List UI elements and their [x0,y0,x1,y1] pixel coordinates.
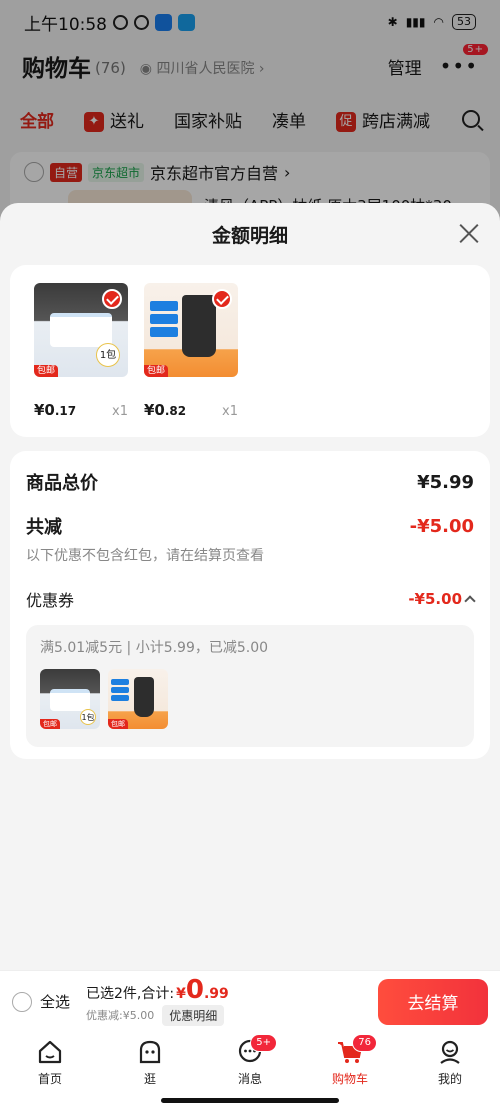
item-price-int: ¥0 [144,401,165,419]
checked-icon [102,289,122,309]
close-icon[interactable] [458,222,480,244]
tissue-product-image[interactable]: 1包 包邮 [34,283,128,377]
discount-row: 共减 -¥5.00 [26,513,474,539]
select-all-label: 全选 [40,993,71,1011]
amount-detail-sheet: 金额明细 1包 包邮 ¥0.17 x1 包邮 ¥0.82 x1 商品总价 ¥5.… [0,203,500,970]
selected-items-card: 1包 包邮 ¥0.17 x1 包邮 ¥0.82 x1 [10,265,490,437]
home-indicator [161,1098,339,1103]
pack-count-badge: 1包 [96,343,120,367]
home-icon [38,1040,62,1064]
item-price-dec: .82 [164,404,187,418]
browse-icon [139,1040,161,1064]
tab-home-label: 首页 [37,1072,62,1086]
feature-labels [150,301,178,340]
discount-value: -¥5.00 [409,515,474,537]
sheet-header: 金额明细 [0,203,500,265]
total-value: ¥5.99 [417,471,474,493]
tea-cup-product-image[interactable]: 包邮 [144,283,238,377]
tab-home[interactable]: 首页 [15,1038,85,1111]
tab-cart-label: 购物车 [331,1072,368,1086]
free-shipping-tag: 包邮 [40,719,60,729]
checkout-button[interactable]: 去结算 [378,978,488,1025]
tea-cup-thumbnail: 包邮 [108,669,168,729]
coupon-item-thumbnails: 1包 包邮 包邮 [40,669,460,729]
item-price: ¥0.17 [34,401,76,419]
checkout-bar: 全选 已选2件,合计: ¥ 0 .99 优惠减:¥5.00 优惠明细 去结算 [0,970,500,1032]
cup-shape [182,295,216,357]
item-quantity: x1 [222,404,238,419]
selected-count-text: 已选2件,合计: [86,985,175,1002]
coupon-value-toggle[interactable]: -¥5.00 [408,590,476,608]
profile-icon [440,1040,460,1064]
item-quantity: x1 [112,404,128,419]
discount-detail-button[interactable]: 优惠明细 [162,1004,225,1026]
selected-item: 包邮 ¥0.82 x1 [144,283,238,437]
cup-shape [134,677,154,717]
total-integer: 0 [185,974,204,1005]
free-shipping-tag: 包邮 [34,365,59,377]
coupon-value: -¥5.00 [408,590,462,608]
tissue-thumbnail: 1包 包邮 [40,669,100,729]
total-label: 商品总价 [26,473,98,494]
coupon-label: 优惠券 [26,591,75,610]
discount-note: 以下优惠不包含红包，请在结算页查看 [26,548,264,564]
item-price: ¥0.82 [144,401,186,419]
item-price-int: ¥0 [34,401,55,419]
coupon-row[interactable]: 优惠券 -¥5.00 [26,587,476,611]
tissue-pack-shape [50,313,112,347]
currency-symbol: ¥ [176,985,186,1002]
chevron-up-icon [464,595,476,607]
messages-badge: 5+ [250,1034,277,1052]
coupon-description: 满5.01减5元 | 小计5.99，已减5.00 [40,640,269,656]
total-row: 商品总价 ¥5.99 [26,469,474,495]
price-summary-card: 商品总价 ¥5.99 共减 -¥5.00 以下优惠不包含红包，请在结算页查看 优… [10,451,490,759]
discount-label: 共减 [26,517,62,538]
selected-item: 1包 包邮 ¥0.17 x1 [34,283,128,437]
sheet-title: 金额明细 [211,224,288,247]
checked-icon [212,289,232,309]
tab-messages-label: 消息 [237,1072,262,1086]
tab-profile-label: 我的 [437,1072,462,1086]
free-shipping-tag: 包邮 [144,365,169,377]
select-all-radio[interactable] [12,991,32,1012]
feature-labels [111,679,129,703]
cart-badge: 76 [352,1034,377,1052]
select-all-toggle[interactable]: 全选 [12,991,70,1012]
total-decimal: .99 [203,985,229,1002]
coupon-detail-box: 满5.01减5元 | 小计5.99，已减5.00 1包 包邮 包邮 [26,625,474,747]
tab-browse-label: 逛 [143,1072,156,1086]
item-price-dec: .17 [54,404,77,418]
saved-amount: 优惠减:¥5.00 [86,1009,155,1022]
tissue-pack-shape [50,689,90,711]
tab-profile[interactable]: 我的 [415,1038,485,1111]
free-shipping-tag: 包邮 [108,719,128,729]
pack-count-badge: 1包 [80,709,96,725]
total-summary: 已选2件,合计: ¥ 0 .99 优惠减:¥5.00 优惠明细 [86,974,229,1026]
